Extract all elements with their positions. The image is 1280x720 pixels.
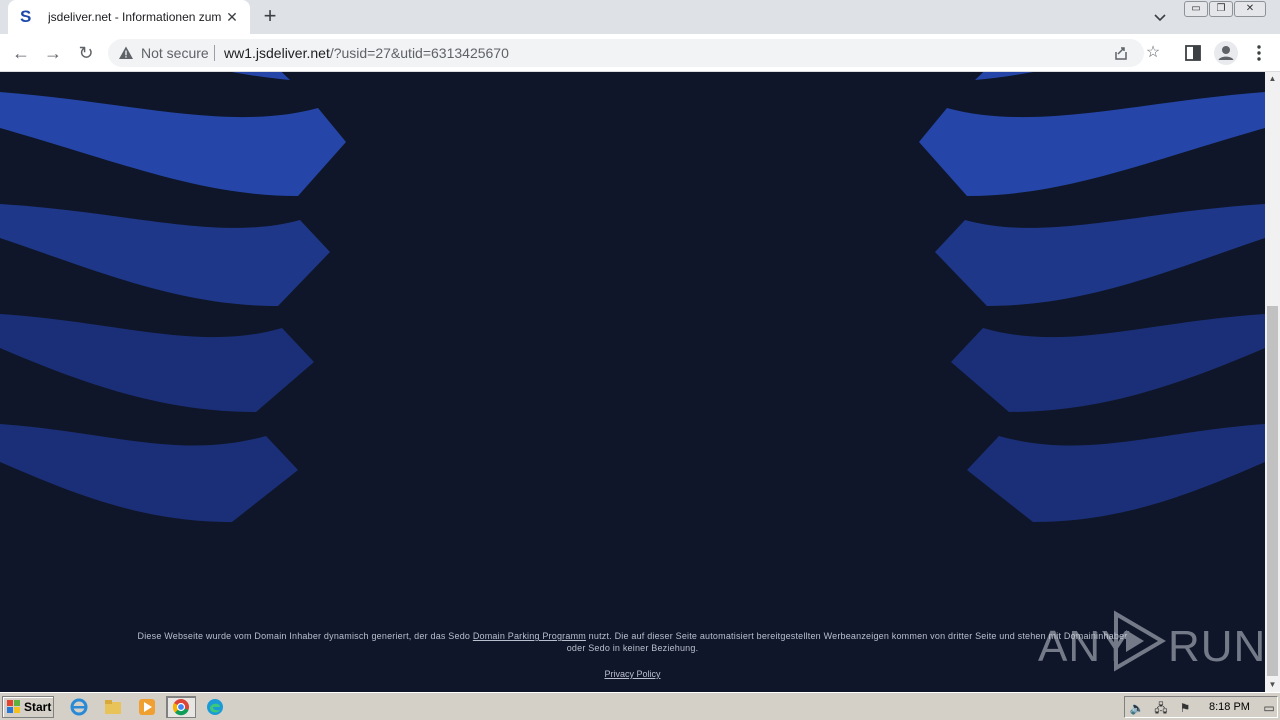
wave-right-4 — [951, 314, 1265, 412]
media-player-icon[interactable] — [134, 696, 160, 718]
anyrun-watermark: ANY RUN — [1038, 608, 1265, 672]
network-icon[interactable]: 🖧 — [1153, 700, 1169, 716]
wave-left-3 — [0, 204, 330, 306]
explorer-icon[interactable] — [100, 696, 126, 718]
watermark-run: RUN — [1168, 622, 1265, 671]
tab-active[interactable]: S jsdeliver.net - Informationen zum Th ✕ — [8, 0, 250, 34]
scroll-thumb[interactable] — [1267, 306, 1278, 676]
warning-icon[interactable] — [118, 45, 134, 61]
clock[interactable]: 8:18 PM — [1209, 701, 1250, 713]
url-host: ww1.jsdeliver.net — [224, 45, 330, 61]
taskbar: Start 🔈 🖧 ⚑ 8:18 PM ▭ — [0, 692, 1280, 720]
start-label: Start — [24, 700, 52, 714]
scroll-down-arrow-icon[interactable]: ▼ — [1265, 678, 1280, 692]
profile-icon[interactable] — [1214, 41, 1238, 65]
disclaimer-text-1: Diese Webseite wurde vom Domain Inhaber … — [137, 631, 473, 641]
browser-toolbar: ← → ↻ Not secure ww1.jsdeliver.net/?usid… — [0, 34, 1280, 72]
edge-icon[interactable] — [202, 696, 228, 718]
menu-icon[interactable] — [1248, 42, 1270, 64]
domain-parking-link[interactable]: Domain Parking Programm — [473, 631, 586, 641]
reload-button[interactable]: ↻ — [74, 41, 98, 65]
new-tab-button[interactable]: + — [258, 5, 282, 29]
privacy-policy-link[interactable]: Privacy Policy — [604, 669, 660, 679]
wave-graphic — [0, 72, 1265, 522]
parking-disclaimer: Diese Webseite wurde vom Domain Inhaber … — [60, 630, 1205, 654]
show-desktop-icon[interactable]: ▭ — [1261, 700, 1277, 716]
chrome-icon[interactable] — [166, 696, 196, 718]
wave-right-2 — [919, 92, 1265, 196]
volume-icon[interactable]: 🔈 — [1129, 700, 1145, 716]
play-logo-icon — [1114, 610, 1166, 672]
vertical-scrollbar[interactable]: ▲ ▼ — [1265, 72, 1280, 692]
wave-left-4 — [0, 314, 314, 412]
tab-search-icon[interactable] — [1150, 7, 1170, 27]
back-button[interactable]: ← — [9, 41, 33, 65]
wave-left-2 — [0, 92, 346, 196]
system-tray: 🔈 🖧 ⚑ 8:18 PM ▭ — [1124, 696, 1278, 718]
restore-button[interactable]: ❐ — [1209, 1, 1233, 17]
url-path: /?usid=27&utid=6313425670 — [329, 45, 509, 61]
wave-right-3 — [935, 204, 1265, 306]
page-content: Diese Webseite wurde vom Domain Inhaber … — [0, 72, 1265, 692]
star-icon[interactable]: ☆ — [1144, 44, 1162, 62]
wave-left-1 — [231, 72, 290, 80]
wave-right-1 — [975, 72, 1034, 80]
flag-icon[interactable]: ⚑ — [1177, 700, 1193, 716]
wave-right-5 — [967, 424, 1265, 522]
tab-title: jsdeliver.net - Informationen zum Th — [48, 10, 224, 24]
forward-button[interactable]: → — [41, 41, 65, 65]
site-favicon-icon: S — [20, 7, 32, 26]
disclaimer-text-3: oder Sedo in keiner Beziehung. — [566, 643, 699, 653]
windows-logo-icon — [7, 700, 20, 713]
share-icon[interactable] — [1112, 44, 1130, 62]
side-panel-icon[interactable] — [1182, 42, 1204, 64]
tab-strip: S jsdeliver.net - Informationen zum Th ✕… — [0, 0, 1280, 34]
address-bar[interactable]: Not secure ww1.jsdeliver.net/?usid=27&ut… — [108, 39, 1160, 67]
security-label[interactable]: Not secure — [141, 45, 209, 61]
start-button[interactable]: Start — [2, 696, 54, 718]
minimize-button[interactable]: ▭ — [1184, 1, 1208, 17]
omnibox-divider — [214, 45, 215, 61]
scroll-up-arrow-icon[interactable]: ▲ — [1265, 72, 1280, 86]
ie-icon[interactable] — [66, 696, 92, 718]
close-window-button[interactable]: ✕ — [1234, 1, 1266, 17]
url-text[interactable]: ww1.jsdeliver.net/?usid=27&utid=63134256… — [224, 45, 509, 61]
tab-close-icon[interactable]: ✕ — [224, 9, 240, 25]
wave-left-5 — [0, 424, 298, 522]
